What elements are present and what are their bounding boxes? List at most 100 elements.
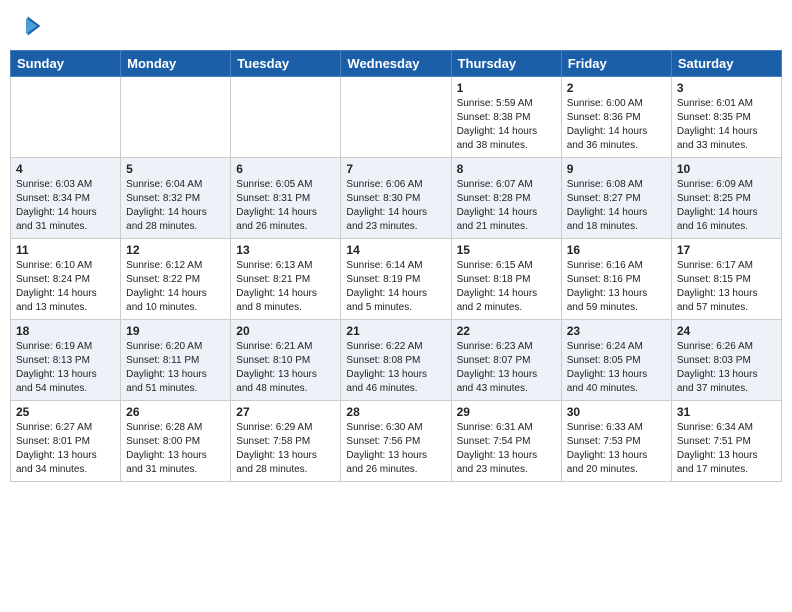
day-number: 30 [567, 405, 666, 419]
day-number: 8 [457, 162, 556, 176]
calendar-cell: 13 Sunrise: 6:13 AM Sunset: 8:21 PM Dayli… [231, 239, 341, 320]
weekday-header-saturday: Saturday [671, 51, 781, 77]
calendar-cell [231, 77, 341, 158]
day-info: Sunrise: 6:10 AM Sunset: 8:24 PM Dayligh… [16, 259, 115, 315]
day-info: Sunrise: 6:34 AM Sunset: 7:51 PM Dayligh… [677, 421, 776, 477]
day-number: 1 [457, 81, 556, 95]
calendar-cell: 18 Sunrise: 6:19 AM Sunset: 8:13 PM Dayli… [11, 320, 121, 401]
day-info: Sunrise: 6:23 AM Sunset: 8:07 PM Dayligh… [457, 340, 556, 396]
calendar-cell: 16 Sunrise: 6:16 AM Sunset: 8:16 PM Dayli… [561, 239, 671, 320]
weekday-header-row: SundayMondayTuesdayWednesdayThursdayFrid… [11, 51, 782, 77]
day-info: Sunrise: 6:04 AM Sunset: 8:32 PM Dayligh… [126, 178, 225, 234]
day-number: 18 [16, 324, 115, 338]
day-info: Sunrise: 6:33 AM Sunset: 7:53 PM Dayligh… [567, 421, 666, 477]
day-number: 6 [236, 162, 335, 176]
calendar-week-row: 11 Sunrise: 6:10 AM Sunset: 8:24 PM Dayli… [11, 239, 782, 320]
day-info: Sunrise: 6:13 AM Sunset: 8:21 PM Dayligh… [236, 259, 335, 315]
calendar-cell: 14Sunrise: 6:14 AM Sunset: 8:19 PM Dayli… [341, 239, 451, 320]
day-number: 26 [126, 405, 225, 419]
calendar-cell: 11 Sunrise: 6:10 AM Sunset: 8:24 PM Dayli… [11, 239, 121, 320]
weekday-header-thursday: Thursday [451, 51, 561, 77]
day-info: Sunrise: 6:19 AM Sunset: 8:13 PM Dayligh… [16, 340, 115, 396]
calendar-cell: 7 Sunrise: 6:06 AM Sunset: 8:30 PM Daylig… [341, 158, 451, 239]
calendar-cell: 27 Sunrise: 6:29 AM Sunset: 7:58 PM Dayli… [231, 401, 341, 482]
day-number: 5 [126, 162, 225, 176]
calendar-cell [11, 77, 121, 158]
day-info: Sunrise: 6:15 AM Sunset: 8:18 PM Dayligh… [457, 259, 556, 315]
calendar-cell [121, 77, 231, 158]
weekday-header-tuesday: Tuesday [231, 51, 341, 77]
weekday-header-monday: Monday [121, 51, 231, 77]
day-info: Sunrise: 6:21 AM Sunset: 8:10 PM Dayligh… [236, 340, 335, 396]
calendar-cell: 20 Sunrise: 6:21 AM Sunset: 8:10 PM Dayli… [231, 320, 341, 401]
day-info: Sunrise: 6:30 AM Sunset: 7:56 PM Dayligh… [346, 421, 445, 477]
day-info: Sunrise: 6:05 AM Sunset: 8:31 PM Dayligh… [236, 178, 335, 234]
day-info: Sunrise: 6:08 AM Sunset: 8:27 PM Dayligh… [567, 178, 666, 234]
day-info: Sunrise: 6:26 AM Sunset: 8:03 PM Dayligh… [677, 340, 776, 396]
day-number: 15 [457, 243, 556, 257]
day-number: 31 [677, 405, 776, 419]
calendar-cell: 30 Sunrise: 6:33 AM Sunset: 7:53 PM Dayli… [561, 401, 671, 482]
day-info: Sunrise: 6:31 AM Sunset: 7:54 PM Dayligh… [457, 421, 556, 477]
day-number: 12 [126, 243, 225, 257]
day-number: 4 [16, 162, 115, 176]
weekday-header-wednesday: Wednesday [341, 51, 451, 77]
day-info: Sunrise: 6:17 AM Sunset: 8:15 PM Dayligh… [677, 259, 776, 315]
calendar-cell: 31 Sunrise: 6:34 AM Sunset: 7:51 PM Dayli… [671, 401, 781, 482]
day-number: 23 [567, 324, 666, 338]
day-info: Sunrise: 6:14 AM Sunset: 8:19 PM Dayligh… [346, 259, 445, 315]
day-number: 13 [236, 243, 335, 257]
calendar-cell: 9 Sunrise: 6:08 AM Sunset: 8:27 PM Daylig… [561, 158, 671, 239]
calendar-cell: 24 Sunrise: 6:26 AM Sunset: 8:03 PM Dayli… [671, 320, 781, 401]
day-info: Sunrise: 6:03 AM Sunset: 8:34 PM Dayligh… [16, 178, 115, 234]
day-number: 22 [457, 324, 556, 338]
day-info: Sunrise: 6:12 AM Sunset: 8:22 PM Dayligh… [126, 259, 225, 315]
day-info: Sunrise: 6:29 AM Sunset: 7:58 PM Dayligh… [236, 421, 335, 477]
day-number: 17 [677, 243, 776, 257]
calendar-cell: 17 Sunrise: 6:17 AM Sunset: 8:15 PM Dayli… [671, 239, 781, 320]
day-number: 10 [677, 162, 776, 176]
day-number: 20 [236, 324, 335, 338]
day-number: 27 [236, 405, 335, 419]
day-info: Sunrise: 6:16 AM Sunset: 8:16 PM Dayligh… [567, 259, 666, 315]
day-number: 7 [346, 162, 445, 176]
calendar-table: SundayMondayTuesdayWednesdayThursdayFrid… [10, 50, 782, 482]
calendar-cell: 21 Sunrise: 6:22 AM Sunset: 8:08 PM Dayli… [341, 320, 451, 401]
day-info: Sunrise: 6:20 AM Sunset: 8:11 PM Dayligh… [126, 340, 225, 396]
day-number: 2 [567, 81, 666, 95]
day-info: Sunrise: 6:06 AM Sunset: 8:30 PM Dayligh… [346, 178, 445, 234]
day-number: 9 [567, 162, 666, 176]
day-info: Sunrise: 6:00 AM Sunset: 8:36 PM Dayligh… [567, 97, 666, 153]
calendar-header: SundayMondayTuesdayWednesdayThursdayFrid… [11, 51, 782, 77]
calendar-cell: 19 Sunrise: 6:20 AM Sunset: 8:11 PM Dayli… [121, 320, 231, 401]
calendar-cell: 1Sunrise: 5:59 AM Sunset: 8:38 PM Daylig… [451, 77, 561, 158]
calendar-week-row: 25 Sunrise: 6:27 AM Sunset: 8:01 PM Dayli… [11, 401, 782, 482]
day-number: 25 [16, 405, 115, 419]
calendar-cell: 25 Sunrise: 6:27 AM Sunset: 8:01 PM Dayli… [11, 401, 121, 482]
logo-icon [10, 10, 42, 42]
day-number: 19 [126, 324, 225, 338]
day-info: Sunrise: 6:27 AM Sunset: 8:01 PM Dayligh… [16, 421, 115, 477]
logo [10, 10, 46, 42]
day-number: 28 [346, 405, 445, 419]
calendar-cell: 12 Sunrise: 6:12 AM Sunset: 8:22 PM Dayli… [121, 239, 231, 320]
calendar-cell: 23Sunrise: 6:24 AM Sunset: 8:05 PM Dayli… [561, 320, 671, 401]
calendar-cell: 4 Sunrise: 6:03 AM Sunset: 8:34 PM Daylig… [11, 158, 121, 239]
day-number: 16 [567, 243, 666, 257]
calendar-cell: 15 Sunrise: 6:15 AM Sunset: 8:18 PM Dayli… [451, 239, 561, 320]
calendar-week-row: 1Sunrise: 5:59 AM Sunset: 8:38 PM Daylig… [11, 77, 782, 158]
day-number: 11 [16, 243, 115, 257]
day-info: Sunrise: 6:22 AM Sunset: 8:08 PM Dayligh… [346, 340, 445, 396]
day-info: Sunrise: 6:07 AM Sunset: 8:28 PM Dayligh… [457, 178, 556, 234]
calendar-body: 1Sunrise: 5:59 AM Sunset: 8:38 PM Daylig… [11, 77, 782, 482]
calendar-cell: 3Sunrise: 6:01 AM Sunset: 8:35 PM Daylig… [671, 77, 781, 158]
calendar-cell: 26 Sunrise: 6:28 AM Sunset: 8:00 PM Dayli… [121, 401, 231, 482]
calendar-cell [341, 77, 451, 158]
day-number: 21 [346, 324, 445, 338]
day-info: Sunrise: 6:28 AM Sunset: 8:00 PM Dayligh… [126, 421, 225, 477]
calendar-week-row: 18 Sunrise: 6:19 AM Sunset: 8:13 PM Dayli… [11, 320, 782, 401]
day-number: 24 [677, 324, 776, 338]
calendar-cell: 29Sunrise: 6:31 AM Sunset: 7:54 PM Dayli… [451, 401, 561, 482]
day-info: Sunrise: 6:01 AM Sunset: 8:35 PM Dayligh… [677, 97, 776, 153]
calendar-week-row: 4 Sunrise: 6:03 AM Sunset: 8:34 PM Daylig… [11, 158, 782, 239]
